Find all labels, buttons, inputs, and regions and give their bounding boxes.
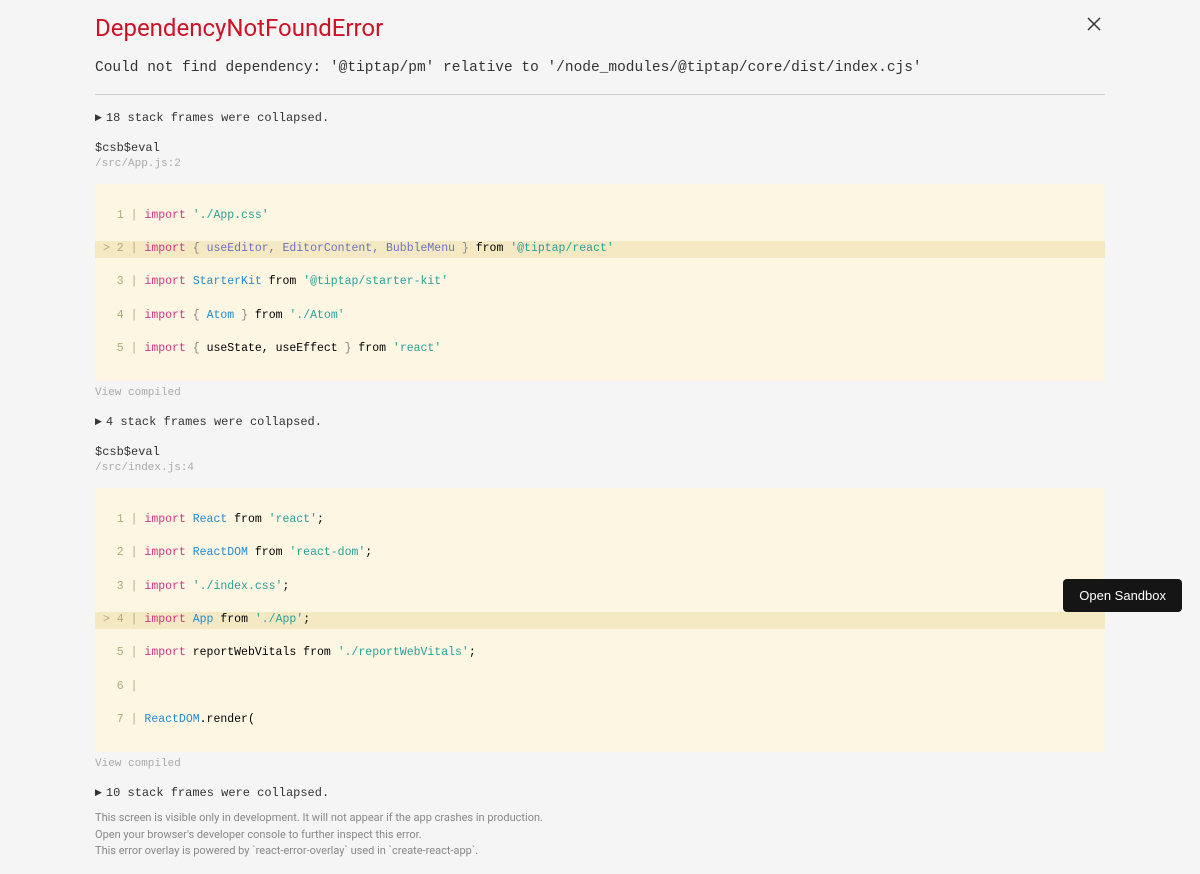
- stack-collapse-label: 18 stack frames were collapsed.: [106, 111, 329, 125]
- view-compiled-link[interactable]: View compiled: [95, 758, 1105, 770]
- error-message: Could not find dependency: '@tiptap/pm' …: [95, 60, 1105, 76]
- close-icon: [1087, 17, 1101, 31]
- file-path: /src/App.js:2: [95, 158, 1105, 170]
- footer-line: Open your browser's developer console to…: [95, 827, 1105, 844]
- code-block-1: 1 | import './App.css' > 2 | import { us…: [95, 184, 1105, 381]
- error-overlay: DependencyNotFoundError Could not find d…: [0, 0, 1200, 874]
- chevron-right-icon: ▶: [95, 417, 102, 427]
- header-row: DependencyNotFoundError: [95, 14, 1105, 42]
- file-path: /src/index.js:4: [95, 462, 1105, 474]
- stack-collapse-label: 4 stack frames were collapsed.: [106, 415, 322, 429]
- stack-collapse-2[interactable]: ▶ 4 stack frames were collapsed.: [95, 415, 1105, 429]
- footer-line: This screen is visible only in developme…: [95, 810, 1105, 827]
- function-name: $csb$eval: [95, 141, 1105, 155]
- open-sandbox-button[interactable]: Open Sandbox: [1063, 579, 1182, 612]
- function-name: $csb$eval: [95, 445, 1105, 459]
- stack-collapse-3[interactable]: ▶ 10 stack frames were collapsed.: [95, 786, 1105, 800]
- footer-notes: This screen is visible only in developme…: [95, 810, 1105, 860]
- footer-line: This error overlay is powered by `react-…: [95, 843, 1105, 860]
- chevron-right-icon: ▶: [95, 113, 102, 123]
- error-title: DependencyNotFoundError: [95, 14, 383, 42]
- close-button[interactable]: [1083, 14, 1105, 36]
- stack-collapse-1[interactable]: ▶ 18 stack frames were collapsed.: [95, 111, 1105, 125]
- stack-collapse-label: 10 stack frames were collapsed.: [106, 786, 329, 800]
- code-block-2: 1 | import React from 'react'; 2 | impor…: [95, 488, 1105, 752]
- chevron-right-icon: ▶: [95, 788, 102, 798]
- view-compiled-link[interactable]: View compiled: [95, 387, 1105, 399]
- divider: [95, 94, 1105, 95]
